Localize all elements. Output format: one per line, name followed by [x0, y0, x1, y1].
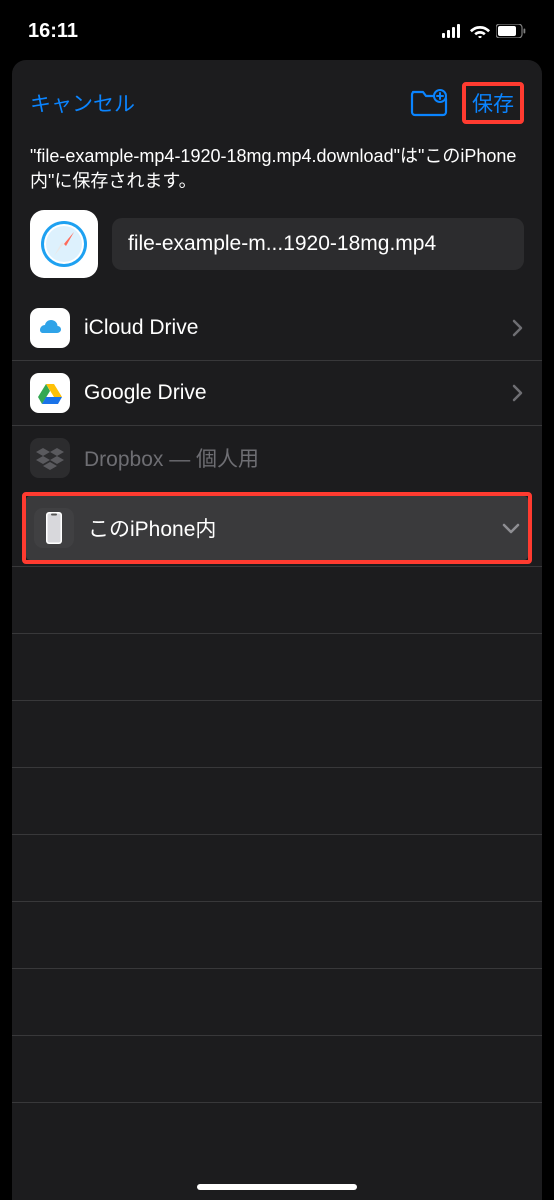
empty-row [12, 901, 542, 968]
wifi-icon [470, 24, 490, 38]
safari-icon [40, 220, 88, 268]
chevron-down-icon [502, 522, 520, 534]
empty-row [12, 700, 542, 767]
location-list: iCloud Drive Google Drive Dropbox — 個人用 [12, 296, 542, 1169]
chevron-right-icon [512, 384, 524, 402]
status-icons [442, 24, 526, 38]
location-label: このiPhone内 [88, 513, 488, 543]
nav-bar: キャンセル 保存 [12, 60, 542, 140]
location-dropbox: Dropbox — 個人用 [12, 425, 542, 490]
empty-row [12, 1102, 542, 1169]
save-description: "file-example-mp4-1920-18mg.mp4.download… [12, 140, 542, 210]
location-gdrive[interactable]: Google Drive [12, 360, 542, 425]
home-indicator[interactable] [197, 1184, 357, 1190]
location-iphone[interactable]: このiPhone内 [26, 496, 528, 560]
iphone-icon [34, 508, 74, 548]
status-bar: 16:11 [0, 0, 554, 50]
save-sheet: キャンセル 保存 "file-example-mp4-1920-18mg.mp4… [12, 60, 542, 1200]
signal-icon [442, 24, 464, 38]
save-button-highlight: 保存 [462, 82, 524, 124]
new-folder-icon[interactable] [410, 88, 448, 118]
empty-row [12, 566, 542, 633]
dropbox-icon [30, 438, 70, 478]
gdrive-icon [30, 373, 70, 413]
empty-row [12, 834, 542, 901]
empty-row [12, 633, 542, 700]
save-button[interactable]: 保存 [472, 88, 514, 118]
cancel-button[interactable]: キャンセル [30, 88, 135, 118]
file-row: file-example-m...1920-18mg.mp4 [12, 210, 542, 296]
location-label: Google Drive [84, 381, 498, 405]
icloud-icon [30, 308, 70, 348]
empty-row [12, 1035, 542, 1102]
empty-rows [12, 566, 542, 1169]
empty-row [12, 968, 542, 1035]
status-time: 16:11 [28, 20, 78, 43]
empty-row [12, 767, 542, 834]
location-icloud[interactable]: iCloud Drive [12, 296, 542, 360]
chevron-right-icon [512, 319, 524, 337]
file-thumbnail [30, 210, 98, 278]
location-label: Dropbox — 個人用 [84, 443, 524, 473]
location-label: iCloud Drive [84, 316, 498, 340]
location-iphone-highlight: このiPhone内 [22, 492, 532, 564]
filename-input[interactable]: file-example-m...1920-18mg.mp4 [112, 218, 524, 270]
battery-icon [496, 24, 526, 38]
